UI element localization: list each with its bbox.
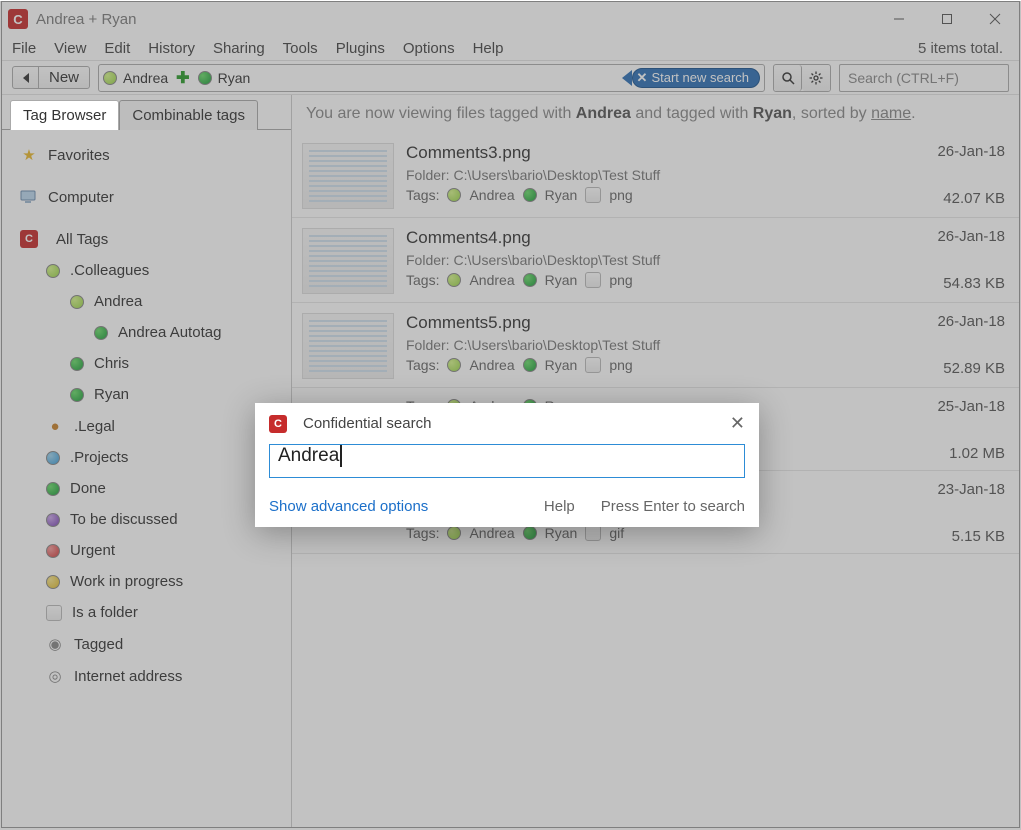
close-icon[interactable]: ✕	[730, 413, 745, 434]
modal-header: C Confidential search ✕	[255, 403, 759, 440]
enter-hint: Press Enter to search	[601, 498, 745, 515]
show-advanced-link[interactable]: Show advanced options	[269, 498, 428, 515]
modal-title: Confidential search	[303, 415, 722, 432]
search-query-input[interactable]: Andrea	[269, 444, 745, 478]
modal-footer: Show advanced options Help Press Enter t…	[255, 492, 759, 527]
tab-tag-browser[interactable]: Tag Browser	[10, 100, 119, 130]
confidential-search-dialog: C Confidential search ✕ Andrea Show adva…	[255, 403, 759, 527]
help-link[interactable]: Help	[544, 498, 575, 515]
app-small-icon: C	[269, 415, 287, 433]
modal-overlay[interactable]: C Confidential search ✕ Andrea Show adva…	[0, 1, 1021, 830]
search-value: Andrea	[278, 445, 339, 466]
